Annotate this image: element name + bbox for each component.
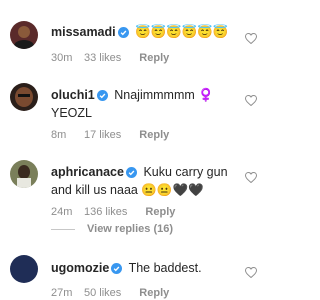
verified-badge-icon [111,262,123,278]
comment-meta: 27m 50 likes Reply [51,287,169,299]
timestamp: 27m [51,287,73,299]
reply-button[interactable]: Reply [145,206,175,218]
likes-count[interactable]: 136 likes [84,206,127,218]
verified-badge-icon [125,166,137,182]
verified-badge-icon [117,26,129,42]
likes-count[interactable]: 33 likes [84,52,121,64]
comment-text: 😇😇😇😇😇😇 [135,25,229,39]
divider-line [51,228,75,230]
comment-text: The baddest. [128,261,202,275]
verified-badge-icon [96,89,108,105]
comment-meta: 24m 136 likes Reply [51,206,175,218]
avatar[interactable] [10,83,38,111]
comment-body: ugomozie The baddest. [51,260,231,278]
comment-meta: 8m 17 likes Reply [51,129,169,141]
heart-icon[interactable] [244,31,258,45]
comment-body: aphricanace Kuku carry gun and kill us n… [51,164,231,198]
username-link[interactable]: missamadi [51,25,116,39]
heart-icon[interactable] [244,265,258,279]
likes-count[interactable]: 50 likes [84,287,121,299]
heart-icon[interactable] [244,170,258,184]
comment-body: oluchi1 Nnajimmmmm ♀️ YEOZL [51,87,231,121]
avatar[interactable] [10,160,38,188]
username-link[interactable]: ugomozie [51,261,109,275]
timestamp: 8m [51,129,67,141]
heart-icon[interactable] [244,93,258,107]
avatar[interactable] [10,255,38,283]
comment-meta: 30m 33 likes Reply [51,52,169,64]
reply-button[interactable]: Reply [139,129,169,141]
comment-feed: missamadi 😇😇😇😇😇😇 30m 33 likes Reply oluc… [0,0,267,300]
likes-count[interactable]: 17 likes [84,129,121,141]
timestamp: 24m [51,206,73,218]
view-replies-link[interactable]: View replies (16) [51,223,173,235]
view-replies-label: View replies (16) [87,223,174,235]
reply-button[interactable]: Reply [139,287,169,299]
timestamp: 30m [51,52,73,64]
avatar[interactable] [10,21,38,49]
username-link[interactable]: oluchi1 [51,88,95,102]
reply-button[interactable]: Reply [139,52,169,64]
username-link[interactable]: aphricanace [51,165,124,179]
comment-body: missamadi 😇😇😇😇😇😇 [51,24,231,42]
